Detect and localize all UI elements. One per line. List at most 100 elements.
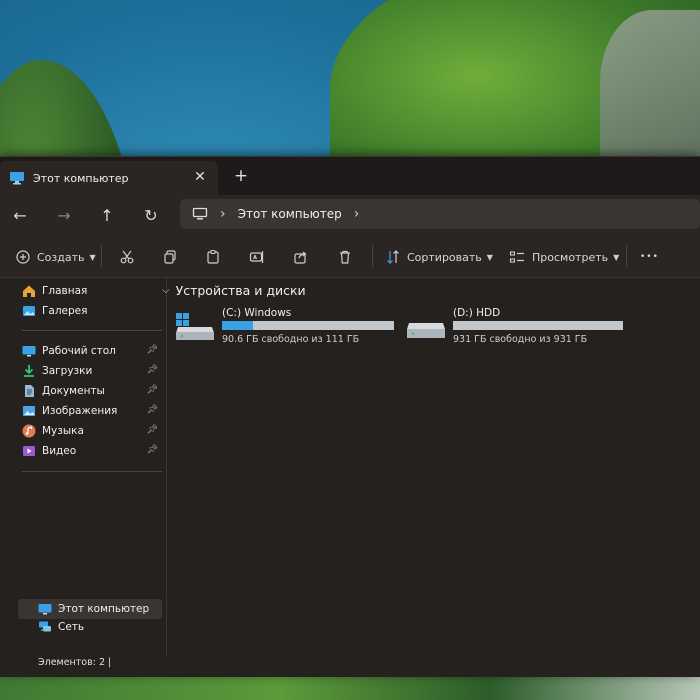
share-icon [292, 248, 310, 266]
sidebar-item-network[interactable]: Сеть [38, 617, 162, 637]
computer-icon [38, 604, 52, 615]
music-icon [22, 424, 36, 438]
plus-circle-icon [14, 248, 32, 266]
sidebar-item-music[interactable]: Музыка 📌︎ [22, 421, 162, 441]
chevron-down-icon: ▼ [486, 252, 493, 262]
chevron-down-icon: ▼ [89, 252, 96, 262]
home-icon [23, 285, 35, 297]
sidebar-item-label: Загрузки [42, 365, 93, 377]
sidebar-item-label: Галерея [42, 305, 88, 317]
command-bar: Создать ▼ Сортировать ▼ Просмотреть ▼ ••… [0, 237, 700, 278]
toolbar-divider [101, 245, 102, 267]
pin-icon[interactable]: 📌︎ [147, 365, 158, 375]
sidebar-item-videos[interactable]: Видео 📌︎ [22, 441, 162, 461]
gallery-icon [23, 306, 35, 316]
pin-icon[interactable]: 📌︎ [147, 405, 158, 415]
toolbar-divider [626, 245, 627, 267]
pin-icon[interactable]: 📌︎ [147, 425, 158, 435]
drive-name: (D:) HDD [453, 307, 501, 319]
sidebar-item-label: Сеть [58, 621, 85, 633]
drive-free-space: 90.6 ГБ свободно из 111 ГБ [222, 334, 360, 345]
tab-this-pc[interactable]: Этот компьютер ✕ [0, 161, 218, 195]
sidebar-item-label: Музыка [42, 425, 84, 437]
sidebar-item-this-pc[interactable]: Этот компьютер [38, 599, 162, 619]
create-button[interactable]: Создать ▼ [14, 245, 96, 269]
downloads-icon [24, 365, 34, 377]
breadcrumb-this-pc[interactable]: Этот компьютер [238, 207, 342, 221]
documents-icon [25, 385, 34, 397]
pictures-icon [23, 406, 35, 416]
forward-button[interactable]: → [52, 204, 76, 228]
sidebar-item-label: Видео [42, 445, 77, 457]
sidebar-divider [22, 471, 162, 472]
sidebar-item-label: Документы [42, 385, 105, 397]
breadcrumb-chevron[interactable]: › [354, 206, 360, 222]
pane-divider[interactable] [166, 277, 167, 657]
drive-usage-bar [453, 321, 623, 330]
drive-d-tile[interactable]: (D:) HDD 931 ГБ свободно из 931 ГБ [407, 307, 637, 351]
tab-bar: Этот компьютер ✕ + [0, 157, 700, 195]
paste-button[interactable] [204, 245, 222, 269]
cut-button[interactable] [118, 245, 136, 269]
group-title: Устройства и диски [175, 283, 306, 298]
sort-arrows-icon [384, 248, 402, 266]
computer-icon [10, 172, 24, 185]
desktop-icon [22, 346, 36, 357]
pin-icon[interactable]: 📌︎ [147, 385, 158, 395]
copy-button[interactable] [161, 245, 179, 269]
sidebar-item-home[interactable]: Главная [22, 281, 162, 301]
breadcrumb-separator: › [220, 206, 226, 222]
delete-button[interactable] [336, 245, 354, 269]
sidebar-item-pictures[interactable]: Изображения 📌︎ [22, 401, 162, 421]
network-icon [39, 621, 51, 632]
up-button[interactable]: ↑ [95, 204, 119, 228]
trash-icon [336, 248, 354, 266]
sidebar-item-label: Главная [42, 285, 88, 297]
computer-icon [192, 207, 208, 220]
drive-c-tile[interactable]: (C:) Windows 90.6 ГБ свободно из 111 ГБ [176, 307, 396, 351]
sidebar-item-desktop[interactable]: Рабочий стол 📌︎ [22, 341, 162, 361]
sidebar-item-downloads[interactable]: Загрузки 📌︎ [22, 361, 162, 381]
refresh-button[interactable]: ↻ [139, 204, 163, 228]
navigation-bar: ← → ↑ ↻ › Этот компьютер › [0, 195, 700, 237]
file-explorer-window: Этот компьютер ✕ + ← → ↑ ↻ › Этот компью… [0, 156, 700, 677]
chevron-down-icon: ⌵ [162, 285, 170, 296]
address-bar[interactable]: › Этот компьютер › [180, 199, 700, 229]
sort-button[interactable]: Сортировать ▼ [384, 245, 493, 269]
chevron-down-icon: ▼ [613, 252, 620, 262]
view-button[interactable]: Просмотреть ▼ [508, 245, 619, 269]
view-list-icon [508, 248, 526, 266]
rename-button[interactable] [248, 245, 266, 269]
clipboard-icon [204, 248, 222, 266]
videos-icon [23, 446, 35, 456]
group-header-devices[interactable]: ⌵ Устройства и диски [162, 283, 306, 298]
share-button[interactable] [292, 245, 310, 269]
rename-icon [248, 248, 266, 266]
create-label: Создать [37, 250, 85, 264]
close-tab-icon[interactable]: ✕ [192, 169, 208, 185]
drive-free-space: 931 ГБ свободно из 931 ГБ [453, 334, 588, 345]
back-button[interactable]: ← [8, 204, 32, 228]
drive-usage-bar [222, 321, 394, 330]
drive-usage-fill [222, 321, 253, 330]
drive-name: (C:) Windows [222, 307, 292, 319]
sidebar-item-documents[interactable]: Документы 📌︎ [22, 381, 162, 401]
toolbar-divider [372, 245, 373, 267]
sidebar-item-label: Этот компьютер [58, 603, 150, 615]
new-tab-button[interactable]: + [232, 167, 250, 185]
more-options-button[interactable]: ••• [640, 245, 659, 269]
status-bar-item-count: Элементов: 2 | [38, 657, 112, 668]
scissors-icon [118, 248, 136, 266]
sidebar-item-label: Рабочий стол [42, 345, 116, 357]
sort-label: Сортировать [407, 250, 482, 264]
sidebar-item-label: Изображения [42, 405, 118, 417]
navigation-pane: Главная Галерея Рабочий стол 📌︎ Загрузки… [18, 277, 164, 673]
windows-drive-icon [176, 313, 214, 340]
pin-icon[interactable]: 📌︎ [147, 445, 158, 455]
copy-icon [161, 248, 179, 266]
view-label: Просмотреть [532, 250, 609, 264]
tab-title: Этот компьютер [33, 171, 129, 185]
pin-icon[interactable]: 📌︎ [147, 345, 158, 355]
sidebar-divider [22, 330, 162, 331]
sidebar-item-gallery[interactable]: Галерея [22, 301, 162, 321]
